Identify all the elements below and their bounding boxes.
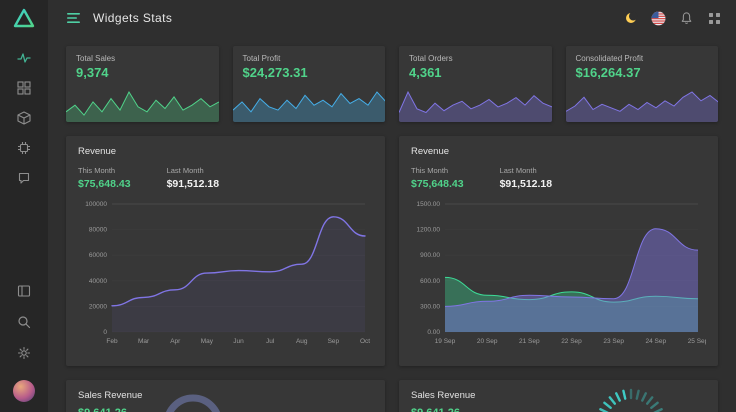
card-title: Revenue [411,146,706,157]
sales-revenue-gauge-card: Sales Revenue $9,641.26 [399,380,718,412]
revenue-summary: This Month $75,648.43 Last Month $91,512… [78,166,373,190]
svg-text:25 Sep: 25 Sep [688,338,706,345]
last-month-label: Last Month [500,166,553,175]
last-month-label: Last Month [167,166,220,175]
apps-grid-icon[interactable] [707,11,722,26]
stat-card-total-profit: Total Profit $24,273.31 [233,46,386,122]
activity-icon[interactable] [16,50,32,66]
sales-value: $9,641.26 [78,407,373,412]
svg-text:23 Sep: 23 Sep [603,338,624,345]
gear-icon[interactable] [16,345,32,361]
svg-text:0.00: 0.00 [427,329,440,336]
search-icon[interactable] [16,314,32,330]
layout-icon[interactable] [16,283,32,299]
app-window: Widgets Stats [0,0,736,412]
app-logo[interactable] [13,8,35,28]
revenue-area-chart: 0.00 300.00 600.00 900.00 1200.00 1500.00 19 S… [411,196,706,346]
sidebar [0,0,48,412]
revenue-line-card: Revenue This Month $75,648.43 Last Month… [66,136,385,366]
stats-row: Total Sales 9,374 Total Profit $24,273.3… [66,46,718,122]
svg-text:21 Sep: 21 Sep [519,338,540,345]
this-month-value: $75,648.43 [411,178,464,190]
header-actions [623,11,722,26]
logo-triangle-icon [13,8,35,28]
menu-icon[interactable] [66,11,81,26]
svg-text:Apr: Apr [170,338,181,345]
gauge-chart [591,382,671,412]
svg-text:Sep: Sep [328,338,340,345]
chip-icon[interactable] [16,140,32,156]
sales-row: Sales Revenue $9,641.26 Sales Revenue $9… [66,380,718,412]
this-month-block: This Month $75,648.43 [78,166,131,190]
sparkline-chart [399,88,552,122]
stat-value: 9,374 [66,63,219,80]
content: Total Sales 9,374 Total Profit $24,273.3… [48,36,736,412]
svg-text:0: 0 [103,329,107,336]
box-icon[interactable] [16,110,32,126]
stat-label: Total Sales [66,46,219,63]
this-month-value: $75,648.43 [78,178,131,190]
svg-text:22 Sep: 22 Sep [561,338,582,345]
sidebar-nav-bottom [13,283,35,402]
revenue-line-chart: 0 20000 40000 60000 80000 100000 Feb Mar Apr May J… [78,196,373,346]
sparkline-chart [233,88,386,122]
svg-text:1500.00: 1500.00 [417,201,441,208]
sparkline-chart [566,88,719,122]
svg-text:Jun: Jun [233,338,244,345]
moon-icon[interactable] [623,11,638,26]
stat-value: $24,273.31 [233,63,386,80]
stat-label: Total Profit [233,46,386,63]
svg-text:900.00: 900.00 [420,252,440,259]
last-month-value: $91,512.18 [167,178,220,190]
svg-text:19 Sep: 19 Sep [435,338,456,345]
stat-value: 4,361 [399,63,552,80]
svg-text:Jul: Jul [266,338,275,345]
main-area: Widgets Stats [48,0,736,412]
svg-text:100000: 100000 [85,201,107,208]
revenue-area-card: Revenue This Month $75,648.43 Last Month… [399,136,718,366]
sales-revenue-donut-card: Sales Revenue $9,641.26 [66,380,385,412]
this-month-block: This Month $75,648.43 [411,166,464,190]
svg-text:600.00: 600.00 [420,278,440,285]
svg-text:Oct: Oct [360,338,370,345]
this-month-label: This Month [411,166,464,175]
bell-icon[interactable] [679,11,694,26]
svg-text:Aug: Aug [296,338,308,345]
card-title: Sales Revenue [78,390,373,401]
svg-text:24 Sep: 24 Sep [646,338,667,345]
card-title: Revenue [78,146,373,157]
svg-text:20 Sep: 20 Sep [477,338,498,345]
svg-text:1200.00: 1200.00 [417,227,441,234]
svg-text:60000: 60000 [89,252,107,259]
svg-text:80000: 80000 [89,227,107,234]
user-avatar[interactable] [13,380,35,402]
last-month-block: Last Month $91,512.18 [500,166,553,190]
this-month-label: This Month [78,166,131,175]
svg-text:May: May [201,338,214,345]
last-month-value: $91,512.18 [500,178,553,190]
sparkline-chart [66,88,219,122]
top-bar: Widgets Stats [48,0,736,36]
svg-text:Mar: Mar [138,338,150,345]
stat-label: Total Orders [399,46,552,63]
svg-text:20000: 20000 [89,303,107,310]
stat-card-consolidated-profit: Consolidated Profit $16,264.37 [566,46,719,122]
revenue-row: Revenue This Month $75,648.43 Last Month… [66,136,718,366]
page-title: Widgets Stats [93,11,172,25]
svg-text:Feb: Feb [106,338,118,345]
revenue-summary: This Month $75,648.43 Last Month $91,512… [411,166,706,190]
stat-value: $16,264.37 [566,63,719,80]
chat-icon[interactable] [16,170,32,186]
stat-card-total-orders: Total Orders 4,361 [399,46,552,122]
svg-text:300.00: 300.00 [420,303,440,310]
grid-icon[interactable] [16,80,32,96]
us-flag-icon[interactable] [651,11,666,26]
stat-label: Consolidated Profit [566,46,719,63]
last-month-block: Last Month $91,512.18 [167,166,220,190]
stat-card-total-sales: Total Sales 9,374 [66,46,219,122]
sidebar-nav-top [16,50,32,186]
donut-chart [161,390,225,412]
svg-text:40000: 40000 [89,278,107,285]
